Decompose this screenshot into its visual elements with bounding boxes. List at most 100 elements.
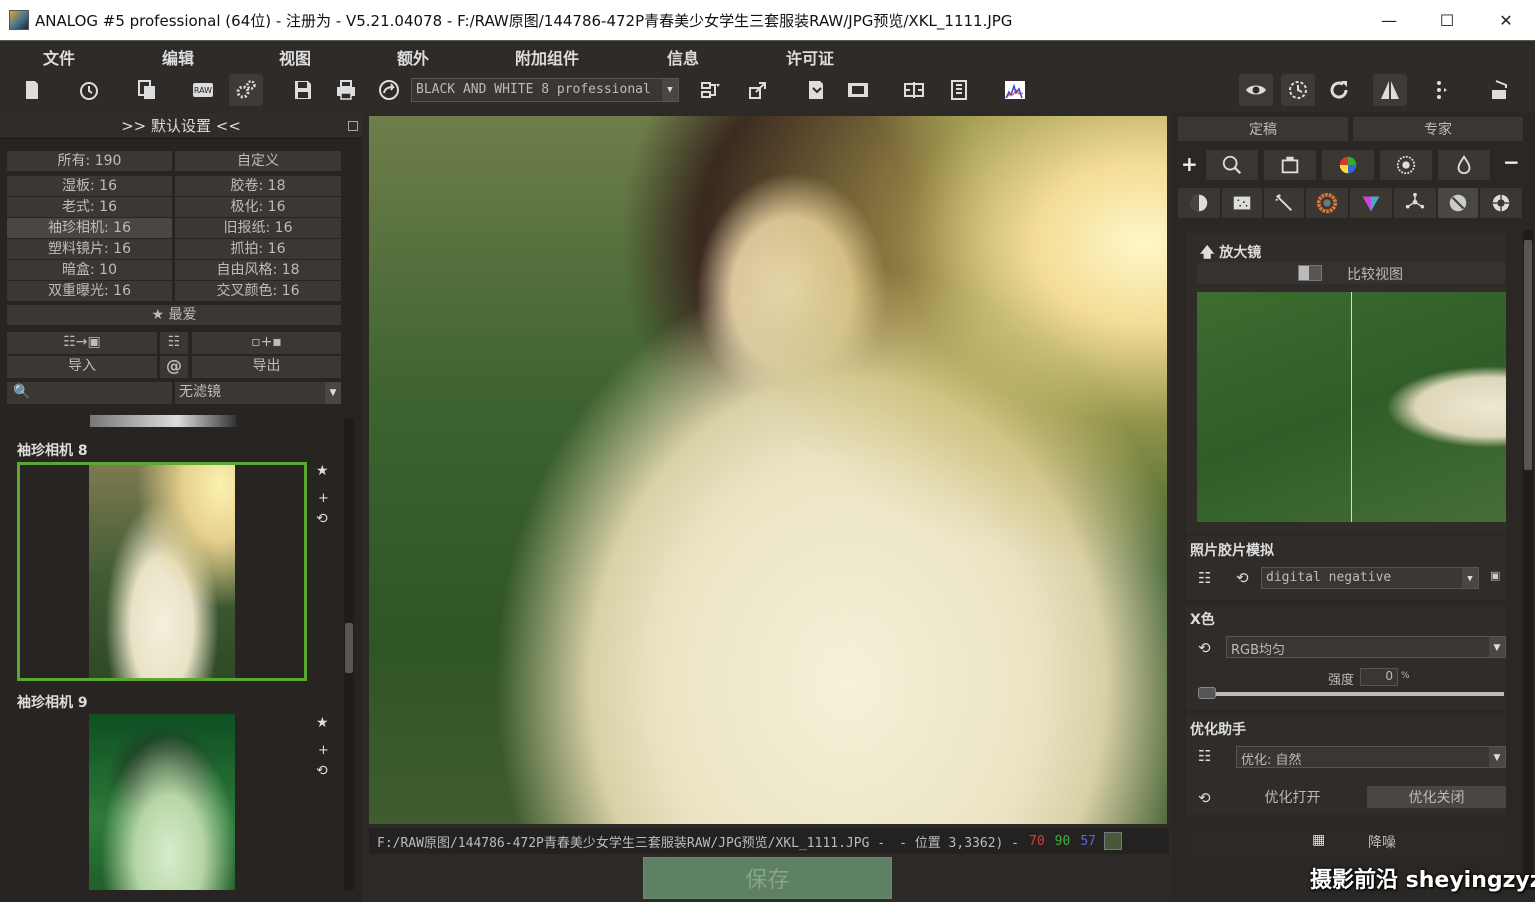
- save-button[interactable]: 保存: [643, 857, 892, 899]
- share-button[interactable]: [372, 74, 406, 106]
- compare-split-line[interactable]: [1351, 292, 1352, 522]
- filter-select[interactable]: 无滤镜 ▼: [175, 382, 341, 404]
- strength-slider[interactable]: [1198, 687, 1504, 699]
- settings-button[interactable]: [229, 74, 263, 106]
- refresh-icon[interactable]: ⟲: [1236, 569, 1249, 587]
- menu-extra[interactable]: 额外: [397, 45, 429, 69]
- tab-finalize[interactable]: 定稿: [1178, 117, 1348, 141]
- split-view-button[interactable]: [1373, 74, 1407, 106]
- grain-tool[interactable]: [1222, 188, 1262, 218]
- magnifier-tool[interactable]: [1206, 150, 1258, 180]
- scrollbar-thumb[interactable]: [1524, 240, 1532, 470]
- more-options-button[interactable]: [1424, 74, 1458, 106]
- film-simulation-select[interactable]: digital negative ▼: [1261, 567, 1479, 589]
- print-button[interactable]: [329, 74, 363, 106]
- import-button[interactable]: 导入: [7, 356, 157, 378]
- thumbnail-scrollbar[interactable]: [344, 418, 354, 890]
- save-as-button[interactable]: [799, 74, 833, 106]
- save-preset-icon[interactable]: ▣: [1490, 569, 1500, 582]
- panel-layout-button[interactable]: [1483, 74, 1517, 106]
- preview-toggle-button[interactable]: [1239, 74, 1273, 106]
- grid-icon[interactable]: ☷: [1198, 569, 1211, 587]
- category-snapshot[interactable]: 抓拍: 16: [175, 239, 341, 259]
- category-double-exposure[interactable]: 双重曝光: 16: [7, 281, 172, 301]
- color-mode-select[interactable]: RGB均匀 ▼: [1226, 636, 1506, 658]
- batch-button[interactable]: [130, 74, 164, 106]
- refresh-icon[interactable]: ⟲: [316, 511, 328, 527]
- color-tool[interactable]: [1322, 150, 1374, 180]
- film-preview-9[interactable]: [89, 714, 235, 890]
- nodes-tool[interactable]: [1394, 188, 1436, 218]
- layout-button[interactable]: [693, 74, 727, 106]
- minimize-button[interactable]: —: [1360, 0, 1418, 40]
- favorites-button[interactable]: ★ 最爱: [7, 305, 341, 325]
- preset-select[interactable]: BLACK AND WHITE 8 professional ▼: [411, 78, 679, 102]
- add-icon[interactable]: +: [318, 743, 329, 758]
- optimize-on-button[interactable]: 优化打开: [1226, 786, 1359, 808]
- new-file-button[interactable]: [15, 74, 49, 106]
- drop-tool[interactable]: [1438, 150, 1490, 180]
- save-disk-button[interactable]: [286, 74, 320, 106]
- import-grid-button[interactable]: ☷→▣: [7, 332, 157, 354]
- category-cross-color[interactable]: 交叉颜色: 16: [175, 281, 341, 301]
- refresh-icon[interactable]: ⟲: [316, 763, 328, 779]
- color-wheel-tool[interactable]: [1306, 188, 1348, 218]
- category-pocket-camera[interactable]: 袖珍相机: 16: [7, 218, 172, 238]
- grid-search-button[interactable]: ☷: [160, 332, 188, 354]
- compare-button[interactable]: [897, 74, 931, 106]
- filmstrip-button[interactable]: [841, 74, 875, 106]
- category-plastic-lens[interactable]: 塑料镜片: 16: [7, 239, 172, 259]
- refresh-icon[interactable]: ⟲: [1198, 789, 1211, 807]
- category-camera-obscura[interactable]: 暗盒: 10: [7, 260, 172, 280]
- aperture-tool[interactable]: [1480, 188, 1522, 218]
- info-button[interactable]: [942, 74, 976, 106]
- favorite-star-icon[interactable]: ★: [316, 715, 329, 731]
- at-button[interactable]: @: [160, 356, 188, 378]
- strength-input[interactable]: 0: [1360, 668, 1398, 686]
- scratch-tool[interactable]: [1264, 188, 1304, 218]
- category-film[interactable]: 胶卷: 18: [175, 176, 341, 196]
- category-old-newspaper[interactable]: 旧报纸: 16: [175, 218, 341, 238]
- contrast-tool[interactable]: [1178, 188, 1220, 218]
- strength-slider-thumb[interactable]: [1198, 687, 1216, 699]
- menu-info[interactable]: 信息: [667, 45, 699, 69]
- favorite-star-icon[interactable]: ★: [316, 463, 329, 479]
- category-freestyle[interactable]: 自由风格: 18: [175, 260, 341, 280]
- category-vintage[interactable]: 老式: 16: [7, 197, 172, 217]
- undock-icon[interactable]: [348, 121, 358, 131]
- search-input[interactable]: 🔍: [7, 382, 172, 404]
- maximize-button[interactable]: ☐: [1418, 0, 1476, 40]
- export-combine-button[interactable]: ▫+▪: [192, 332, 341, 354]
- menu-edit[interactable]: 编辑: [162, 45, 194, 69]
- prism-tool[interactable]: [1350, 188, 1392, 218]
- add-icon[interactable]: +: [318, 491, 329, 506]
- denoise-label[interactable]: 降噪: [1368, 832, 1396, 852]
- menu-view[interactable]: 视图: [279, 45, 311, 69]
- optimize-off-button[interactable]: 优化关闭: [1367, 786, 1506, 808]
- menu-license[interactable]: 许可证: [786, 45, 834, 69]
- optimize-select[interactable]: 优化: 自然 ▼: [1236, 746, 1506, 768]
- disable-tool[interactable]: [1438, 188, 1478, 218]
- presets-header[interactable]: >> 默认设置 <<: [0, 113, 362, 139]
- minus-icon[interactable]: −: [1503, 150, 1520, 174]
- histogram-button[interactable]: [998, 74, 1032, 106]
- grid-icon[interactable]: ☷: [1198, 747, 1211, 765]
- film-card-8[interactable]: [17, 462, 307, 681]
- compare-toggle[interactable]: [1298, 265, 1322, 281]
- category-custom[interactable]: 自定义: [175, 151, 341, 171]
- crop-tool[interactable]: [1264, 150, 1316, 180]
- redo-button[interactable]: [1322, 74, 1356, 106]
- export-button[interactable]: 导出: [192, 356, 341, 378]
- main-image-preview[interactable]: [369, 116, 1167, 824]
- category-polarized[interactable]: 极化: 16: [175, 197, 341, 217]
- preview-thumbnail-partial[interactable]: [90, 415, 236, 427]
- refresh-icon[interactable]: ⟲: [1198, 639, 1211, 657]
- right-panel-scrollbar[interactable]: [1523, 230, 1533, 890]
- category-all[interactable]: 所有: 190: [7, 151, 172, 171]
- tab-expert[interactable]: 专家: [1353, 117, 1523, 141]
- menu-addons[interactable]: 附加组件: [515, 45, 579, 69]
- add-icon[interactable]: +: [1181, 152, 1198, 176]
- close-button[interactable]: ✕: [1477, 0, 1535, 40]
- category-wetplate[interactable]: 湿板: 16: [7, 176, 172, 196]
- export-layers-button[interactable]: [741, 74, 775, 106]
